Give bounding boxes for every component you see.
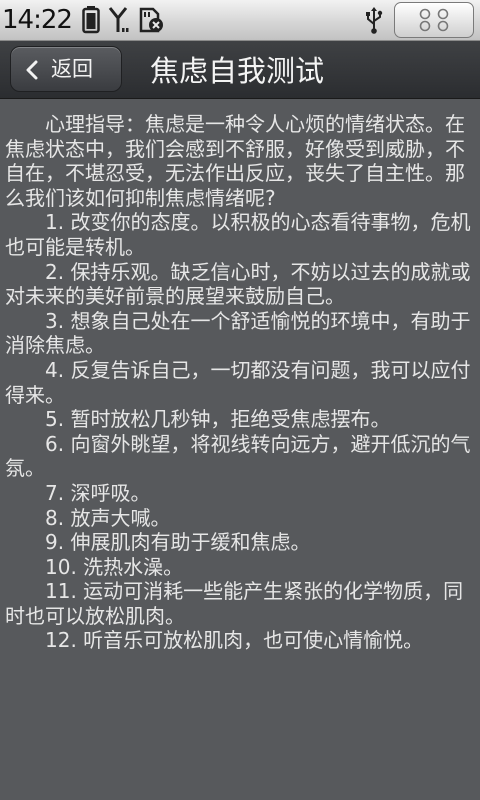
- tip-item: 8. 放声大喊。: [45, 505, 171, 530]
- tip-item: 6. 向窗外眺望，将视线转向远方，避开低沉的气氛。: [5, 431, 471, 481]
- tip-item: 12. 听音乐可放松肌肉，也可使心情愉悦。: [45, 628, 424, 653]
- tip-item: 9. 伸展肌肉有助于缓和焦虑。: [45, 530, 311, 555]
- status-time: 14:22: [2, 5, 73, 35]
- tip-item: 11. 运动可消耗一些能产生紧张的化学物质，同时也可以放松肌肉。: [5, 579, 464, 628]
- back-button[interactable]: 返回: [10, 46, 122, 92]
- battery-icon: [82, 6, 100, 38]
- content-area[interactable]: 心理指导：焦虑是一种令人心烦的情绪状态。在焦虑状态中，我们会感到不舒服，好像受到…: [0, 99, 480, 800]
- status-bar: 14:22: [0, 0, 480, 41]
- intro-paragraph: 心理指导：焦虑是一种令人心烦的情绪状态。在焦虑状态中，我们会感到不舒服，好像受到…: [5, 112, 465, 210]
- page-title: 焦虑自我测试: [150, 54, 325, 88]
- signal-icon: [108, 6, 132, 38]
- menu-button[interactable]: [394, 2, 474, 38]
- tip-item: 3. 想象自己处在一个舒适愉悦的环境中，有助于消除焦虑。: [5, 308, 471, 358]
- chevron-left-icon: [26, 60, 38, 80]
- tip-item: 5. 暂时放松几秒钟，拒绝受焦虑摆布。: [45, 407, 391, 432]
- tip-item: 4. 反复告诉自己，一切都没有问题，我可以应付得来。: [5, 357, 471, 407]
- article-text: 心理指导：焦虑是一种令人心烦的情绪状态。在焦虑状态中，我们会感到不舒服，好像受到…: [5, 112, 477, 653]
- tip-item: 1. 改变你的态度。以积极的心态看待事物，危机也可能是转机。: [5, 210, 471, 259]
- menu-grid-icon: [419, 8, 449, 32]
- sd-card-error-icon: [137, 6, 165, 38]
- back-button-label: 返回: [51, 57, 93, 81]
- usb-icon: [364, 6, 384, 38]
- tip-item: 2. 保持乐观。缺乏信心时，不妨以过去的成就或对未来的美好前景的展望来鼓励自己。: [5, 259, 471, 309]
- tip-item: 10. 洗热水澡。: [45, 554, 184, 579]
- tip-item: 7. 深呼吸。: [45, 480, 151, 505]
- title-bar: 返回 焦虑自我测试: [0, 41, 480, 99]
